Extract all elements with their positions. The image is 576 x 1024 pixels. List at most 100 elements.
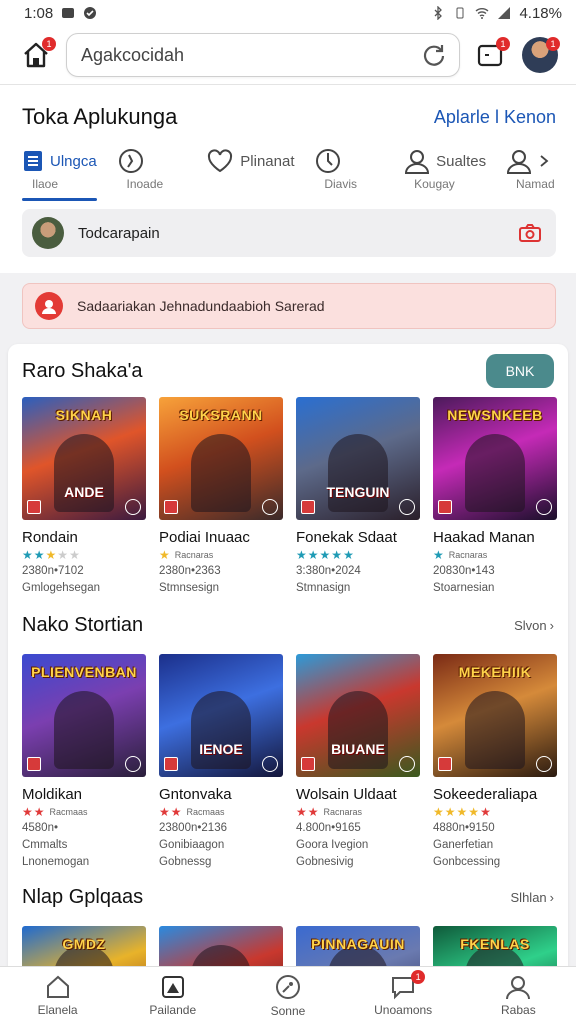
wifi-icon <box>475 8 489 19</box>
age-rating-icon <box>438 757 452 771</box>
tab-sualtes[interactable]: Sualtes Kougay <box>404 147 486 197</box>
star-icon: ★ <box>170 805 182 819</box>
game-thumbnail[interactable]: NEWSNKEEB <box>433 397 557 520</box>
nav-updates[interactable]: 1 Unoamons <box>353 970 453 1017</box>
see-more-link[interactable]: Slhlan › <box>511 890 554 905</box>
publisher-icon <box>125 756 141 772</box>
publisher-icon <box>262 499 278 515</box>
game-logo-secondary: IENOE <box>199 741 243 757</box>
publisher-icon <box>125 499 141 515</box>
game-card[interactable]: GMDZGAHOS <box>22 926 146 968</box>
game-logo: SUKSRANN <box>179 407 263 423</box>
game-title: Sokeederaliapa <box>433 786 538 803</box>
game-card[interactable]: NEWSNKEEB Haakad Manan ★ Racnaras 20830n•143… <box>433 397 557 596</box>
tab-diavis[interactable]: Diavis <box>314 147 384 197</box>
section-title: Nako Stortian <box>22 613 144 636</box>
nav-games[interactable]: Pailande <box>123 974 223 1017</box>
game-thumbnail[interactable]: TENGUIN <box>296 397 420 520</box>
nav-profile[interactable]: Rabas <box>468 974 568 1017</box>
bottom-nav: Elanela Pailande Sonne 1 Unoamons Rabas <box>0 966 576 1024</box>
game-card[interactable]: SIKNAH ANDE Rondain ★ ★ ★ ★ ★ 2380n•7102 Gmlogehs… <box>22 397 146 596</box>
publisher-icon <box>399 756 415 772</box>
game-meta: Gobnesivig <box>296 856 354 868</box>
tab-sub: Kougay <box>414 177 455 191</box>
star-icon: ★ <box>33 805 45 819</box>
inbox-button[interactable]: 1 <box>470 35 510 75</box>
game-title: Rondain <box>22 529 78 546</box>
header-link[interactable]: Aplarle l Kenon <box>434 107 556 128</box>
game-thumbnail[interactable]: IENOE <box>159 654 283 777</box>
game-card[interactable]: PLIENVENBAN Moldikan ★ ★ Racmaas 4580n• Cmmalt… <box>22 654 146 870</box>
game-meta: Stoarnesian <box>433 582 495 594</box>
refresh-icon[interactable] <box>421 42 447 68</box>
notice-banner[interactable]: Sadaariakan Jehnadundaabioh Sarerad <box>22 283 556 329</box>
rating-label: Racmaas <box>186 807 225 817</box>
nav-home[interactable]: Elanela <box>8 974 108 1017</box>
section-button[interactable]: BNK <box>486 354 554 388</box>
game-meta: Gmlogehsegan <box>22 582 100 594</box>
game-card[interactable]: SUKSRANN Podiai Inuaac ★ Racnaras 2380n•2363… <box>159 397 283 596</box>
game-row: PLIENVENBAN Moldikan ★ ★ Racmaas 4580n• Cmmalt… <box>22 654 557 870</box>
game-card[interactable] <box>159 926 283 968</box>
games-icon <box>161 976 184 998</box>
tab-label: Ulngca <box>50 152 97 170</box>
game-thumbnail[interactable]: GMDZGAHOS <box>22 926 146 968</box>
rating-stars: ★ Racnaras <box>159 548 283 562</box>
section-title: Raro Shaka'a <box>22 359 143 382</box>
game-card[interactable]: BIUANE Wolsain Uldaat ★ ★ Racnaras 4.800n•916… <box>296 654 420 870</box>
tab-plinanat[interactable]: Plinanat <box>206 147 295 197</box>
nav-label: Rabas <box>501 1003 536 1017</box>
section-header: Raro Shaka'a BNK <box>22 354 554 388</box>
game-thumbnail[interactable] <box>159 926 283 968</box>
game-thumbnail[interactable]: MEKEHIIK <box>433 654 557 777</box>
star-icon: ★ <box>296 548 307 562</box>
chevron-right-icon[interactable] <box>538 154 550 168</box>
home-icon <box>46 975 69 998</box>
game-thumbnail[interactable]: SIKNAH ANDE <box>22 397 146 520</box>
nav-label: Unoamons <box>374 1003 433 1017</box>
star-icon: ★ <box>433 548 444 562</box>
nav-search[interactable]: Sonne <box>238 973 338 1018</box>
vibrate-icon <box>456 7 464 19</box>
game-card[interactable]: IENOE Gntonvaka ★ ★ Racmaas 23800n•2136 Gonibi… <box>159 654 283 870</box>
account-row[interactable]: Todcarapain <box>22 209 556 257</box>
tab-ulngca[interactable]: Ulngca Ilaoe <box>22 147 97 201</box>
tab-inoade[interactable]: Inoade <box>117 147 187 197</box>
game-meta: Cmmalts <box>22 839 68 851</box>
game-meta: Gobnessg <box>159 856 212 868</box>
game-card[interactable]: TENGUIN Fonekak Sdaat ★ ★ ★ ★ ★ 3:380n•2024 Stmn… <box>296 397 420 596</box>
game-thumbnail[interactable]: PLIENVENBAN <box>22 654 146 777</box>
nav-label: Elanela <box>37 1003 78 1017</box>
star-icon: ★ <box>444 805 456 819</box>
tab-sub: Ilaoe <box>32 177 59 191</box>
heart-icon <box>208 149 233 173</box>
game-thumbnail[interactable]: BIUANE <box>296 654 420 777</box>
publisher-icon <box>536 499 552 515</box>
search-input[interactable] <box>81 44 421 66</box>
game-logo: GMDZ <box>62 936 106 952</box>
publisher-icon <box>262 756 278 772</box>
rating-stars: ★ ★ Racnaras <box>296 805 420 819</box>
profile-badge: 1 <box>546 37 560 51</box>
game-meta: 2380n•7102 <box>22 565 84 577</box>
game-card[interactable]: FKENLAS <box>433 926 557 968</box>
profile-button[interactable]: 1 <box>520 35 560 75</box>
game-card[interactable]: MEKEHIIK Sokeederaliapa ★ ★ ★ ★ ★ 4880n•9150 Gan… <box>433 654 557 870</box>
see-more-link[interactable]: Slvon › <box>514 618 554 633</box>
camera-icon[interactable] <box>518 223 542 243</box>
app-notification-icon <box>62 8 75 18</box>
game-card[interactable]: PINNAGAUIN <box>296 926 420 968</box>
rating-stars: ★ ★ ★ ★ ★ <box>433 805 557 819</box>
rating-stars: ★ ★ Racmaas <box>22 805 146 819</box>
game-meta: 2380n•2363 <box>159 565 221 577</box>
home-button[interactable]: 1 <box>16 35 56 75</box>
game-meta: Stmnsesign <box>159 582 220 594</box>
tab-label: Plinanat <box>240 152 295 170</box>
tab-namad[interactable]: Namad <box>506 147 556 197</box>
game-thumbnail[interactable]: FKENLAS <box>433 926 557 968</box>
game-thumbnail[interactable]: PINNAGAUIN <box>296 926 420 968</box>
game-thumbnail[interactable]: SUKSRANN <box>159 397 283 520</box>
category-tabs: Ulngca Ilaoe Inoade Plinanat Diavis Sual… <box>22 147 556 201</box>
list-icon <box>24 151 42 171</box>
search-bar[interactable] <box>66 33 460 77</box>
